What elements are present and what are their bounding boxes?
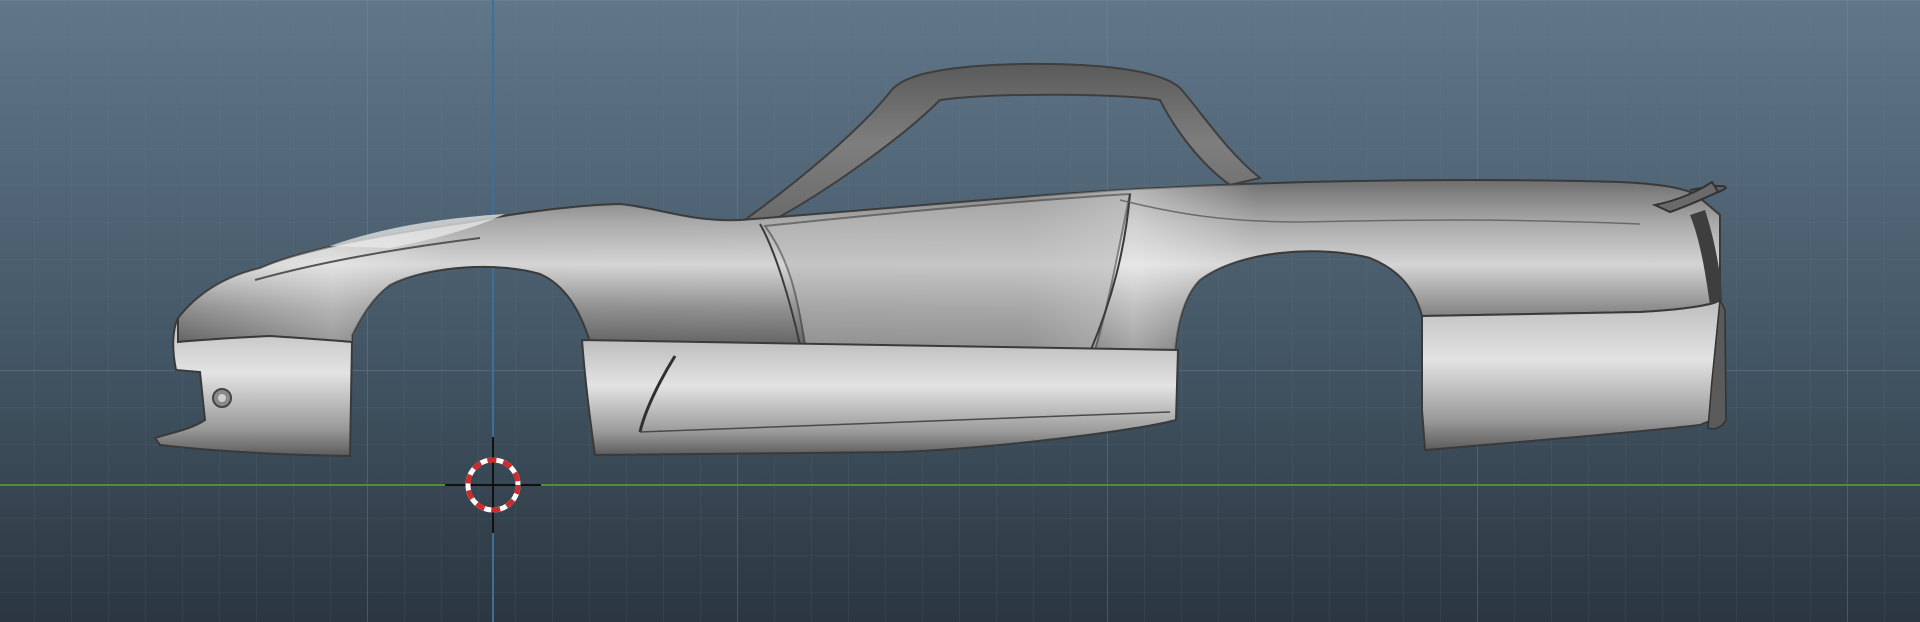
rear-bumper	[1421, 297, 1727, 452]
3d-viewport[interactable]	[0, 0, 1920, 622]
tow-hook-center	[218, 394, 226, 402]
viewport-canvas[interactable]	[0, 0, 1920, 622]
